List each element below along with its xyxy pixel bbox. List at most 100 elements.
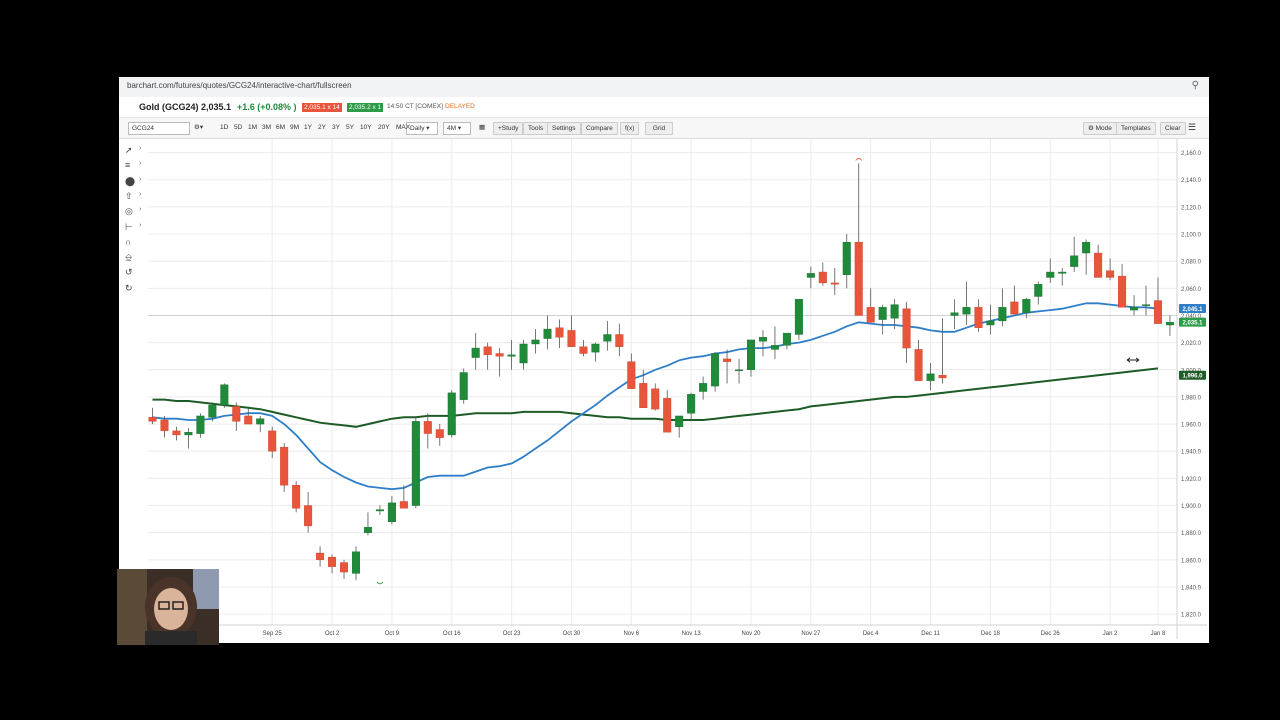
trendline-icon[interactable]: ➚ › <box>125 145 147 159</box>
arrow-icon[interactable]: ⇧ › <box>125 191 147 205</box>
y-tick-label: 2,160.0 <box>1181 151 1202 157</box>
candle-body <box>459 372 468 400</box>
candle-body <box>328 556 337 567</box>
candle-body <box>663 398 672 433</box>
price-badge-label: 2,035.1 <box>1182 320 1203 326</box>
y-tick-label: 2,020.0 <box>1181 341 1202 347</box>
candle-body <box>555 327 564 338</box>
candle-body <box>196 415 205 434</box>
candle-body <box>950 312 959 316</box>
x-tick-label: Nov 20 <box>741 631 761 637</box>
candle-body <box>1142 304 1151 306</box>
candle-body <box>148 417 157 422</box>
magnet-icon[interactable]: ∩ <box>125 237 147 251</box>
candle-body <box>567 330 576 347</box>
candle-body <box>292 484 301 509</box>
candle-body <box>902 308 911 349</box>
candle-body <box>794 298 803 335</box>
candle-body <box>591 343 600 353</box>
candle-body <box>1165 322 1174 326</box>
candle-body <box>519 343 528 364</box>
y-tick-label: 1,860.0 <box>1181 558 1202 564</box>
candle-body <box>830 282 839 285</box>
fibonacci-icon[interactable]: ≡ › <box>125 160 147 174</box>
presenter-video <box>117 569 219 645</box>
price-badge-label: 2,045.1 <box>1182 307 1203 313</box>
candle-body <box>974 307 983 328</box>
target-icon[interactable]: ◎ › <box>125 206 147 220</box>
candle-body <box>351 551 360 574</box>
candle-body <box>256 418 265 425</box>
candle-body <box>244 415 253 425</box>
x-tick-label: Jan 2 <box>1103 631 1118 637</box>
candle-body <box>806 273 815 278</box>
candle-body <box>651 388 660 410</box>
x-tick-label: Dec 4 <box>863 631 879 637</box>
y-tick-label: 1,900.0 <box>1181 504 1202 510</box>
y-tick-label: 1,960.0 <box>1181 423 1202 429</box>
browser-window: barchart.com/futures/quotes/GCG24/intera… <box>119 77 1209 643</box>
candle-body <box>890 304 899 319</box>
candle-body <box>531 339 540 345</box>
y-tick-label: 1,840.0 <box>1181 585 1202 591</box>
price-chart[interactable]: 2,160.0 2,140.0 2,120.0 2,100.0 2,080.0 2,060… <box>119 77 1209 643</box>
candle-body <box>603 334 612 342</box>
candle-body <box>962 307 971 315</box>
plot-area <box>148 139 1177 625</box>
y-tick-label: 1,820.0 <box>1181 613 1202 619</box>
candle-body <box>998 307 1007 322</box>
candle-body <box>687 394 696 414</box>
x-tick-label: Nov 13 <box>682 631 702 637</box>
x-tick-label: Oct 16 <box>443 631 461 637</box>
candle-body <box>1058 271 1067 274</box>
candle-body <box>232 406 241 422</box>
lock-icon[interactable]: ⎒ <box>125 252 147 266</box>
candle-body <box>926 373 935 381</box>
candle-body <box>878 307 887 320</box>
candle-body <box>399 501 408 509</box>
candle-body <box>471 347 480 358</box>
candle-body <box>711 353 720 387</box>
candle-body <box>1070 255 1079 267</box>
shape-icon[interactable]: ⬤ › <box>125 176 147 190</box>
candle-body <box>316 552 325 561</box>
undo-icon[interactable]: ↺ <box>125 267 147 281</box>
x-tick-label: Nov 6 <box>623 631 639 637</box>
candle-body <box>268 430 277 452</box>
candle-body <box>615 334 624 347</box>
candle-body <box>1034 284 1043 297</box>
y-tick-label: 1,920.0 <box>1181 477 1202 483</box>
candle-body <box>1022 298 1031 313</box>
candle-body <box>782 332 791 346</box>
candle-body <box>758 337 767 342</box>
x-tick-label: Dec 11 <box>921 631 940 637</box>
price-badge-label: 1,996.0 <box>1182 374 1203 380</box>
candle-body <box>160 419 169 432</box>
candle-body <box>172 430 181 436</box>
x-tick-label: Oct 30 <box>563 631 581 637</box>
candle-body <box>220 384 229 406</box>
candle-body <box>1094 252 1103 278</box>
candle-body <box>986 320 995 326</box>
candle-body <box>1010 301 1019 315</box>
x-tick-label: Oct 9 <box>385 631 400 637</box>
candle-body <box>507 354 516 357</box>
candle-body <box>423 421 432 434</box>
webcam-overlay <box>117 569 219 645</box>
candle-body <box>375 509 384 512</box>
y-tick-label: 1,980.0 <box>1181 395 1202 401</box>
redo-icon[interactable]: ↻ <box>125 283 147 297</box>
x-tick-label: Jan 8 <box>1151 631 1166 637</box>
candle-body <box>735 369 744 371</box>
candle-body <box>495 353 504 357</box>
candle-body <box>1106 270 1115 278</box>
candle-body <box>304 505 313 527</box>
y-tick-label: 2,100.0 <box>1181 233 1202 239</box>
y-tick-label: 1,940.0 <box>1181 450 1202 456</box>
candle-body <box>842 241 851 275</box>
measure-icon[interactable]: ⊢ › <box>125 222 147 236</box>
x-tick-label: Nov 27 <box>801 631 821 637</box>
candle-body <box>675 415 684 427</box>
candle-body <box>818 271 827 284</box>
candle-body <box>579 346 588 354</box>
